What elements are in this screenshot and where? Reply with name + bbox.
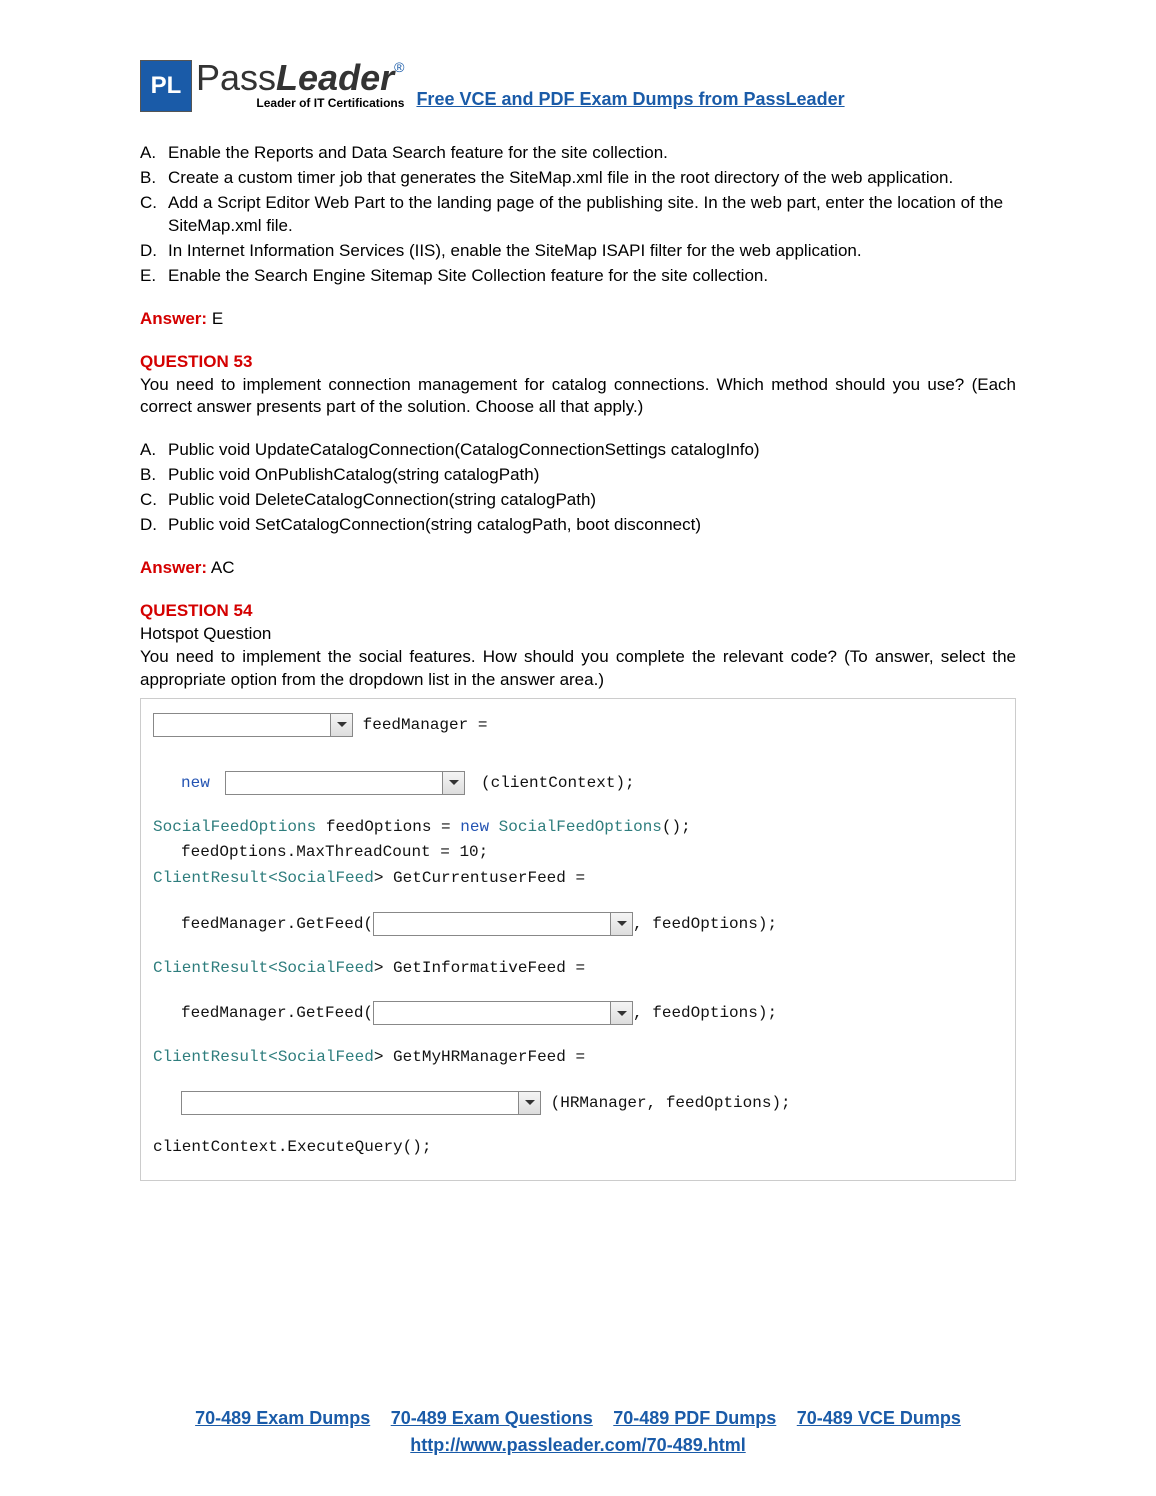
answer-value: AC (211, 558, 235, 577)
code-text: feedManager.GetFeed( (181, 1004, 373, 1022)
code-text: (); (662, 818, 691, 836)
code-line-1: feedManager = (153, 713, 1003, 737)
option-b: B.Create a custom timer job that generat… (168, 167, 1016, 190)
logo: PL PassLeader® Leader of IT Certificatio… (140, 60, 404, 112)
q53-answer: Answer: AC (140, 557, 1016, 580)
option-a: A.Enable the Reports and Data Search fea… (168, 142, 1016, 165)
brand-pass: Pass (196, 57, 276, 98)
brand-reg: ® (394, 59, 404, 75)
footer: 70-489 Exam Dumps 70-489 Exam Questions … (140, 1408, 1016, 1456)
answer-label: Answer: (140, 558, 207, 577)
dropdown-5[interactable] (181, 1091, 541, 1115)
code-line-11: clientContext.ExecuteQuery(); (153, 1137, 1003, 1159)
option-a-text: Public void UpdateCatalogConnection(Cata… (168, 440, 760, 459)
code-text: feedManager = (363, 716, 488, 734)
keyword-new: new (460, 818, 489, 836)
footer-link-2[interactable]: 70-489 Exam Questions (391, 1408, 593, 1428)
option-a: A.Public void UpdateCatalogConnection(Ca… (168, 439, 1016, 462)
logo-text: PassLeader® Leader of IT Certifications (196, 60, 404, 110)
code-text: , feedOptions); (633, 915, 777, 933)
code-text: > GetCurrentuserFeed = (374, 869, 585, 887)
q54-prompt: You need to implement the social feature… (140, 646, 1016, 692)
chevron-down-icon (518, 1092, 540, 1114)
q54-label: QUESTION 54 (140, 600, 1016, 623)
answer-label: Answer: (140, 309, 207, 328)
option-e: E.Enable the Search Engine Sitemap Site … (168, 265, 1016, 288)
chevron-down-icon (330, 714, 352, 736)
content: A.Enable the Reports and Data Search fea… (140, 142, 1016, 1181)
type: SocialFeed (278, 1048, 374, 1066)
q53-label: QUESTION 53 (140, 351, 1016, 374)
code-line-8: feedManager.GetFeed( , feedOptions); (153, 1001, 1003, 1025)
dropdown-4[interactable] (373, 1001, 633, 1025)
code-line-9: ClientResult<SocialFeed> GetMyHRManagerF… (153, 1047, 1003, 1069)
option-d: D.Public void SetCatalogConnection(strin… (168, 514, 1016, 537)
option-a-text: Enable the Reports and Data Search featu… (168, 143, 668, 162)
option-c-text: Add a Script Editor Web Part to the land… (168, 193, 1003, 235)
code-text: > GetMyHRManagerFeed = (374, 1048, 585, 1066)
type: ClientResult< (153, 869, 278, 887)
type: SocialFeedOptions (153, 818, 316, 836)
type: ClientResult< (153, 959, 278, 977)
q53-prompt: You need to implement connection managem… (140, 374, 1016, 420)
logo-box: PL (140, 60, 192, 112)
footer-links-row: 70-489 Exam Dumps 70-489 Exam Questions … (140, 1408, 1016, 1429)
type: SocialFeedOptions (489, 818, 662, 836)
q53-options: A.Public void UpdateCatalogConnection(Ca… (140, 439, 1016, 537)
option-b-text: Create a custom timer job that generates… (168, 168, 953, 187)
option-b-text: Public void OnPublishCatalog(string cata… (168, 465, 539, 484)
brand-name: PassLeader® (196, 60, 404, 96)
option-c-text: Public void DeleteCatalogConnection(stri… (168, 490, 596, 509)
code-line-3: SocialFeedOptions feedOptions = new Soci… (153, 817, 1003, 839)
option-e-text: Enable the Search Engine Sitemap Site Co… (168, 266, 768, 285)
q52-answer: Answer: E (140, 308, 1016, 331)
answer-value: E (212, 309, 223, 328)
type: SocialFeed (278, 869, 374, 887)
code-text: feedManager.GetFeed( (181, 915, 373, 933)
chevron-down-icon (610, 1002, 632, 1024)
code-line-6: feedManager.GetFeed( , feedOptions); (153, 912, 1003, 936)
footer-url[interactable]: http://www.passleader.com/70-489.html (410, 1435, 745, 1455)
dropdown-2[interactable] (225, 771, 465, 795)
header-link[interactable]: Free VCE and PDF Exam Dumps from PassLea… (416, 89, 844, 112)
code-text: > GetInformativeFeed = (374, 959, 585, 977)
code-text: , feedOptions); (633, 1004, 777, 1022)
tagline: Leader of IT Certifications (196, 96, 404, 110)
q53: QUESTION 53 You need to implement connec… (140, 351, 1016, 420)
footer-link-1[interactable]: 70-489 Exam Dumps (195, 1408, 370, 1428)
option-d-text: In Internet Information Services (IIS), … (168, 241, 862, 260)
q54-subtype: Hotspot Question (140, 623, 1016, 646)
page: PL PassLeader® Leader of IT Certificatio… (0, 0, 1156, 1496)
code-text: feedOptions = (316, 818, 460, 836)
footer-link-3[interactable]: 70-489 PDF Dumps (613, 1408, 776, 1428)
chevron-down-icon (442, 772, 464, 794)
code-line-7: ClientResult<SocialFeed> GetInformativeF… (153, 958, 1003, 980)
option-d: D.In Internet Information Services (IIS)… (168, 240, 1016, 263)
code-line-5: ClientResult<SocialFeed> GetCurrentuserF… (153, 868, 1003, 890)
type: SocialFeed (278, 959, 374, 977)
option-d-text: Public void SetCatalogConnection(string … (168, 515, 701, 534)
brand-leader: Leader (276, 57, 394, 98)
footer-url-row: http://www.passleader.com/70-489.html (140, 1435, 1016, 1456)
q54: QUESTION 54 Hotspot Question You need to… (140, 600, 1016, 692)
option-b: B.Public void OnPublishCatalog(string ca… (168, 464, 1016, 487)
dropdown-3[interactable] (373, 912, 633, 936)
code-line-10: (HRManager, feedOptions); (153, 1091, 1003, 1115)
code-text: (clientContext); (481, 774, 635, 792)
option-c: C.Public void DeleteCatalogConnection(st… (168, 489, 1016, 512)
option-c: C.Add a Script Editor Web Part to the la… (168, 192, 1016, 238)
chevron-down-icon (610, 913, 632, 935)
header: PL PassLeader® Leader of IT Certificatio… (140, 60, 1016, 112)
code-line-4: feedOptions.MaxThreadCount = 10; (153, 842, 1003, 864)
code-text: (HRManager, feedOptions); (551, 1094, 791, 1112)
type: ClientResult< (153, 1048, 278, 1066)
code-line-2: new (clientContext); (153, 771, 1003, 795)
footer-link-4[interactable]: 70-489 VCE Dumps (797, 1408, 961, 1428)
code-area: feedManager = new (clientContext); Socia… (140, 698, 1016, 1182)
q52-options: A.Enable the Reports and Data Search fea… (140, 142, 1016, 288)
dropdown-1[interactable] (153, 713, 353, 737)
keyword-new: new (181, 774, 210, 792)
